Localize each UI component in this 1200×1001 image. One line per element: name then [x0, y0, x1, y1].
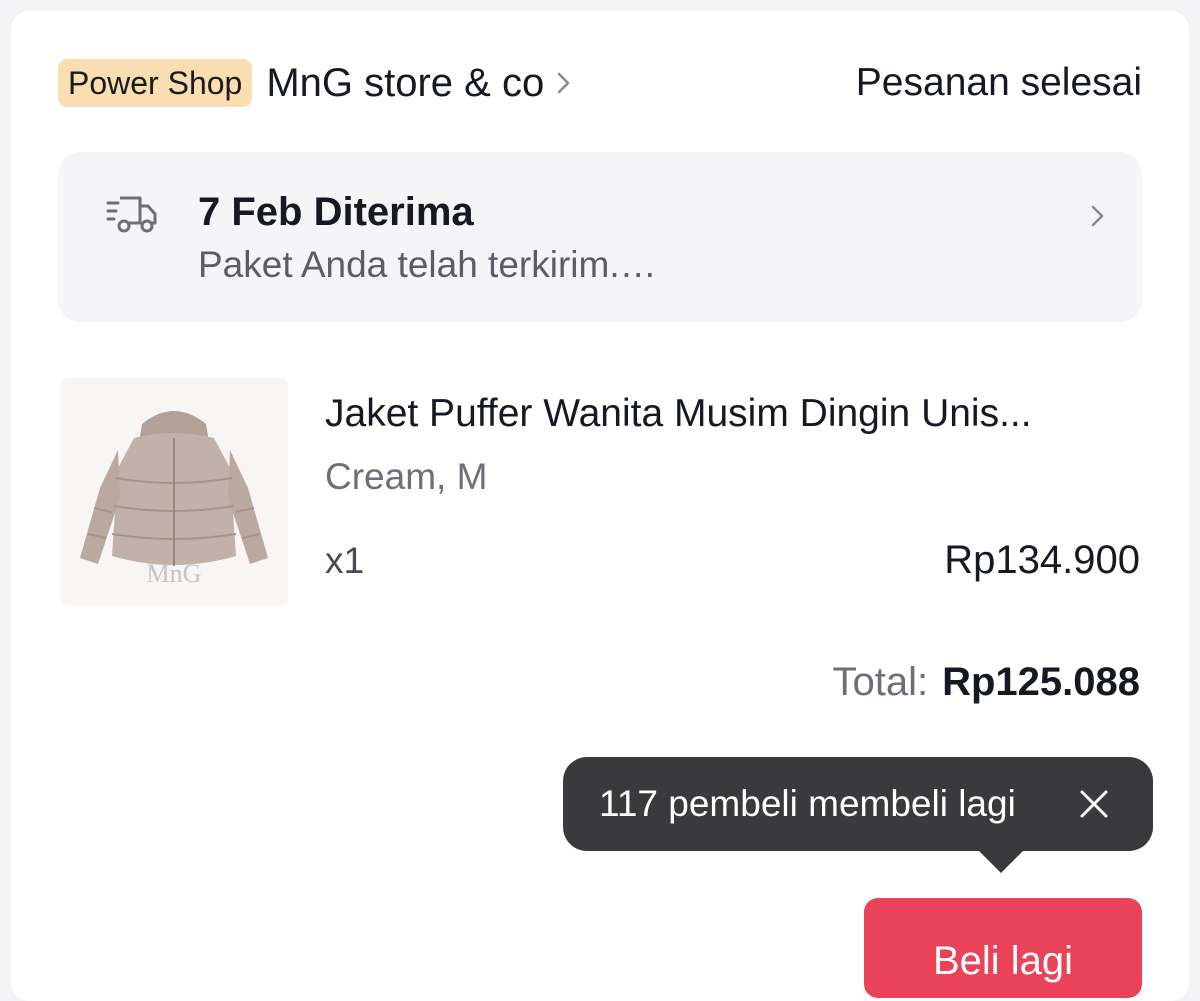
close-icon[interactable]	[1079, 789, 1109, 819]
puffer-jacket-image: MnG	[80, 411, 268, 588]
delivery-truck-icon	[106, 196, 157, 233]
product-title[interactable]: Jaket Puffer Wanita Musim Dingin Unis...	[325, 392, 1140, 436]
tooltip-pointer	[977, 849, 1025, 873]
product-variant: Cream, M	[325, 456, 488, 497]
chevron-right-icon[interactable]	[556, 69, 572, 97]
order-total: Total: Rp125.088	[832, 660, 1140, 705]
order-status: Pesanan selesai	[855, 61, 1142, 104]
power-shop-badge: Power Shop	[58, 59, 253, 107]
delivery-status-card[interactable]: 7 Feb Diterima Paket Anda telah terkirim…	[58, 152, 1142, 322]
image-watermark: MnG	[147, 559, 202, 588]
product-price: Rp134.900	[944, 538, 1140, 582]
total-label: Total:	[832, 660, 929, 704]
rebuy-tooltip: 117 pembeli membeli lagi	[563, 757, 1153, 873]
product-quantity: x1	[325, 540, 365, 581]
buy-again-button[interactable]: Beli lagi	[864, 898, 1142, 998]
product-image[interactable]: MnG	[60, 378, 288, 606]
shop-header: Power Shop MnG store & co Pesanan selesa…	[58, 56, 1142, 110]
shop-name-link[interactable]: MnG store & co	[266, 59, 544, 107]
tooltip-text: 117 pembeli membeli lagi	[599, 783, 1016, 824]
delivery-subtitle: Paket Anda telah terkirim.…	[198, 244, 657, 285]
chevron-right-icon[interactable]	[1090, 202, 1106, 230]
total-value: Rp125.088	[942, 660, 1140, 704]
delivery-date-title: 7 Feb Diterima	[198, 190, 474, 234]
